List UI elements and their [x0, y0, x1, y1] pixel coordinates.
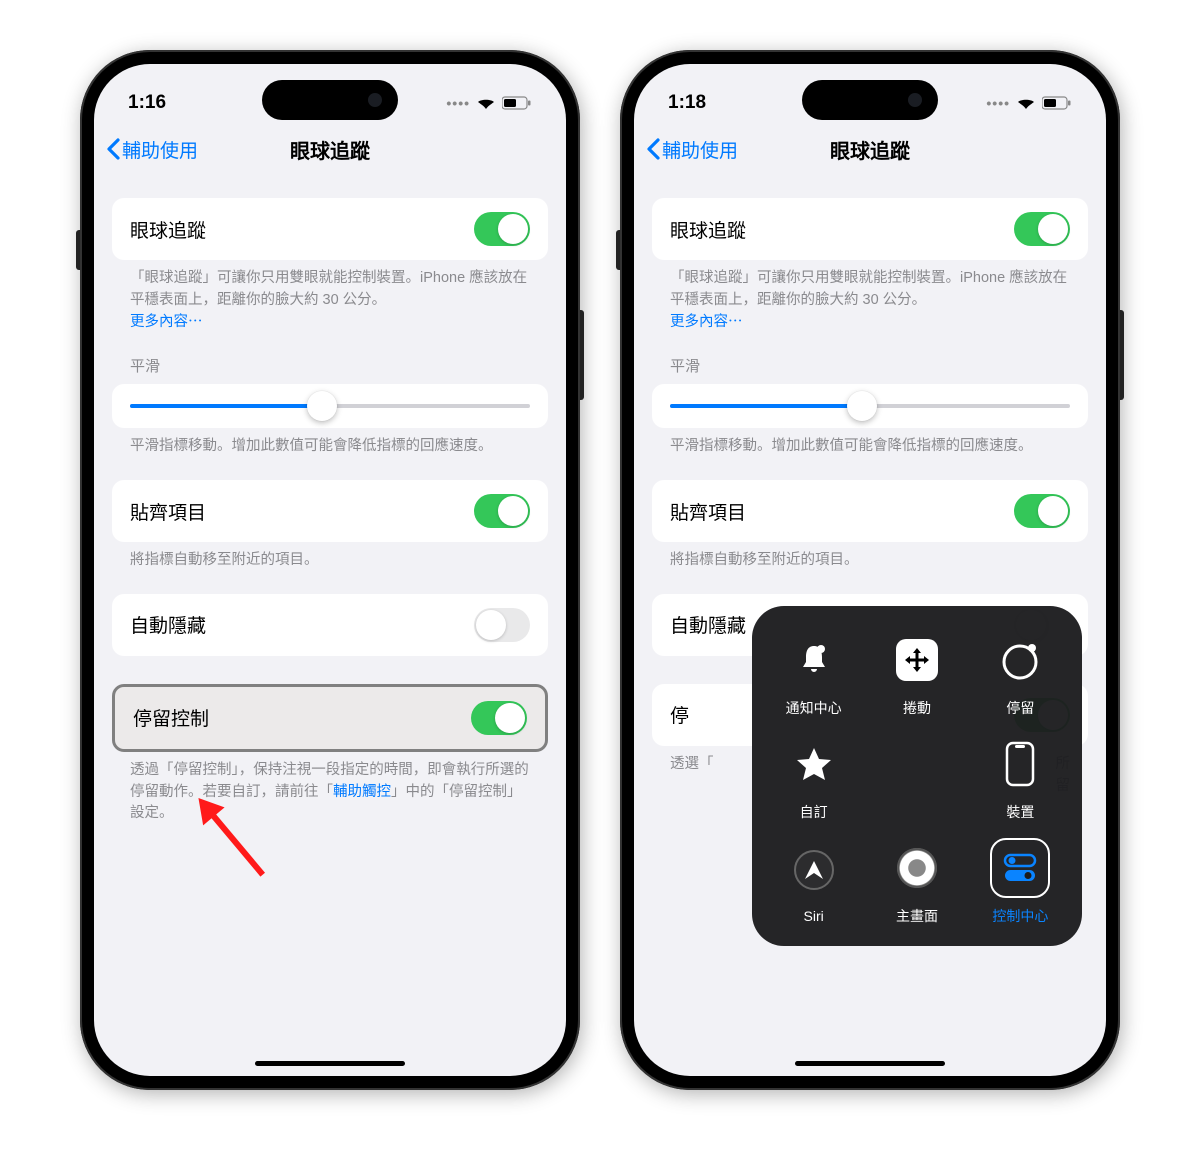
smoothing-header: 平滑 — [652, 355, 1088, 384]
eye-tracking-cell[interactable]: 眼球追蹤 — [112, 198, 548, 260]
screen: 1:18 •••• 輔助使用 眼球追蹤 — [634, 64, 1106, 1076]
device-icon — [1004, 741, 1036, 787]
home-indicator[interactable] — [255, 1061, 405, 1066]
cellular-icon: •••• — [986, 95, 1010, 111]
chevron-left-icon — [106, 138, 120, 160]
eye-tracking-cell[interactable]: 眼球追蹤 — [652, 198, 1088, 260]
back-label: 輔助使用 — [662, 136, 738, 163]
smoothing-cell — [652, 384, 1088, 428]
at-home[interactable]: 主畫面 — [865, 832, 968, 932]
smoothing-cell — [112, 384, 548, 428]
eye-tracking-label: 眼球追蹤 — [130, 216, 206, 243]
assistivetouch-menu: 通知中心 捲動 停留 自訂 裝置 Siri — [752, 606, 1082, 946]
wifi-icon — [476, 96, 496, 110]
at-dwell[interactable]: 停留 — [969, 624, 1072, 724]
page-title: 眼球追蹤 — [830, 135, 910, 164]
snap-label: 貼齊項目 — [130, 498, 206, 525]
smoothing-header: 平滑 — [112, 355, 548, 384]
snap-label: 貼齊項目 — [670, 498, 746, 525]
nav-bar: 輔助使用 眼球追蹤 — [634, 124, 1106, 174]
siri-icon — [793, 849, 835, 891]
eye-tracking-footer: 「眼球追蹤」可讓你只用雙眼就能控制裝置。iPhone 應該放在平穩表面上，距離你… — [652, 260, 1088, 333]
snap-cell[interactable]: 貼齊項目 — [112, 480, 548, 542]
snap-toggle[interactable] — [1014, 494, 1070, 528]
back-button[interactable]: 輔助使用 — [106, 136, 198, 163]
back-label: 輔助使用 — [122, 136, 198, 163]
phone-right: 1:18 •••• 輔助使用 眼球追蹤 — [620, 50, 1120, 1090]
at-scroll[interactable]: 捲動 — [865, 624, 968, 724]
page-title: 眼球追蹤 — [290, 135, 370, 164]
home-indicator[interactable] — [795, 1061, 945, 1066]
eye-tracking-footer: 「眼球追蹤」可讓你只用雙眼就能控制裝置。iPhone 應該放在平穩表面上，距離你… — [112, 260, 548, 333]
dwell-label-partial: 停 — [670, 701, 689, 728]
phone-left: 1:16 •••• 輔助使用 眼球追蹤 — [80, 50, 580, 1090]
at-notification-center[interactable]: 通知中心 — [762, 624, 865, 724]
eye-tracking-toggle[interactable] — [474, 212, 530, 246]
status-time: 1:18 — [668, 92, 706, 114]
star-icon — [794, 744, 834, 784]
battery-icon — [1042, 96, 1072, 110]
auto-hide-label: 自動隱藏 — [130, 611, 206, 638]
smoothing-footer: 平滑指標移動。增加此數值可能會降低指標的回應速度。 — [652, 428, 1088, 458]
smoothing-slider[interactable] — [130, 404, 530, 408]
more-link[interactable]: 更多內容⋯ — [670, 314, 743, 330]
wifi-icon — [1016, 96, 1036, 110]
more-link[interactable]: 更多內容⋯ — [130, 314, 203, 330]
bell-icon — [794, 640, 834, 680]
smoothing-slider[interactable] — [670, 404, 1070, 408]
at-custom[interactable]: 自訂 — [762, 728, 865, 828]
dwell-icon — [998, 638, 1042, 682]
dwell-toggle[interactable] — [471, 701, 527, 735]
home-icon — [897, 848, 937, 888]
auto-hide-cell[interactable]: 自動隱藏 — [112, 594, 548, 656]
cellular-icon: •••• — [446, 95, 470, 111]
battery-icon — [502, 96, 532, 110]
dynamic-island — [802, 80, 938, 120]
control-center-icon — [999, 847, 1041, 889]
snap-footer: 將指標自動移至附近的項目。 — [652, 542, 1088, 572]
chevron-left-icon — [646, 138, 660, 160]
assistive-touch-link[interactable]: 輔助觸控 — [333, 784, 391, 800]
dynamic-island — [262, 80, 398, 120]
at-siri[interactable]: Siri — [762, 832, 865, 932]
dwell-label: 停留控制 — [133, 704, 209, 731]
smoothing-footer: 平滑指標移動。增加此數值可能會降低指標的回應速度。 — [112, 428, 548, 458]
auto-hide-label: 自動隱藏 — [670, 611, 746, 638]
at-control-center[interactable]: 控制中心 — [969, 832, 1072, 932]
back-button[interactable]: 輔助使用 — [646, 136, 738, 163]
status-time: 1:16 — [128, 92, 166, 114]
dwell-cell[interactable]: 停留控制 — [112, 684, 548, 752]
at-device[interactable]: 裝置 — [969, 728, 1072, 828]
snap-toggle[interactable] — [474, 494, 530, 528]
screen: 1:16 •••• 輔助使用 眼球追蹤 — [94, 64, 566, 1076]
nav-bar: 輔助使用 眼球追蹤 — [94, 124, 566, 174]
scroll-icon — [896, 639, 938, 681]
dwell-footer: 透過「停留控制」，保持注視一段指定的時間，即會執行所選的停留動作。若要自訂，請前… — [112, 752, 548, 825]
auto-hide-toggle[interactable] — [474, 608, 530, 642]
snap-cell[interactable]: 貼齊項目 — [652, 480, 1088, 542]
eye-tracking-toggle[interactable] — [1014, 212, 1070, 246]
eye-tracking-label: 眼球追蹤 — [670, 216, 746, 243]
snap-footer: 將指標自動移至附近的項目。 — [112, 542, 548, 572]
